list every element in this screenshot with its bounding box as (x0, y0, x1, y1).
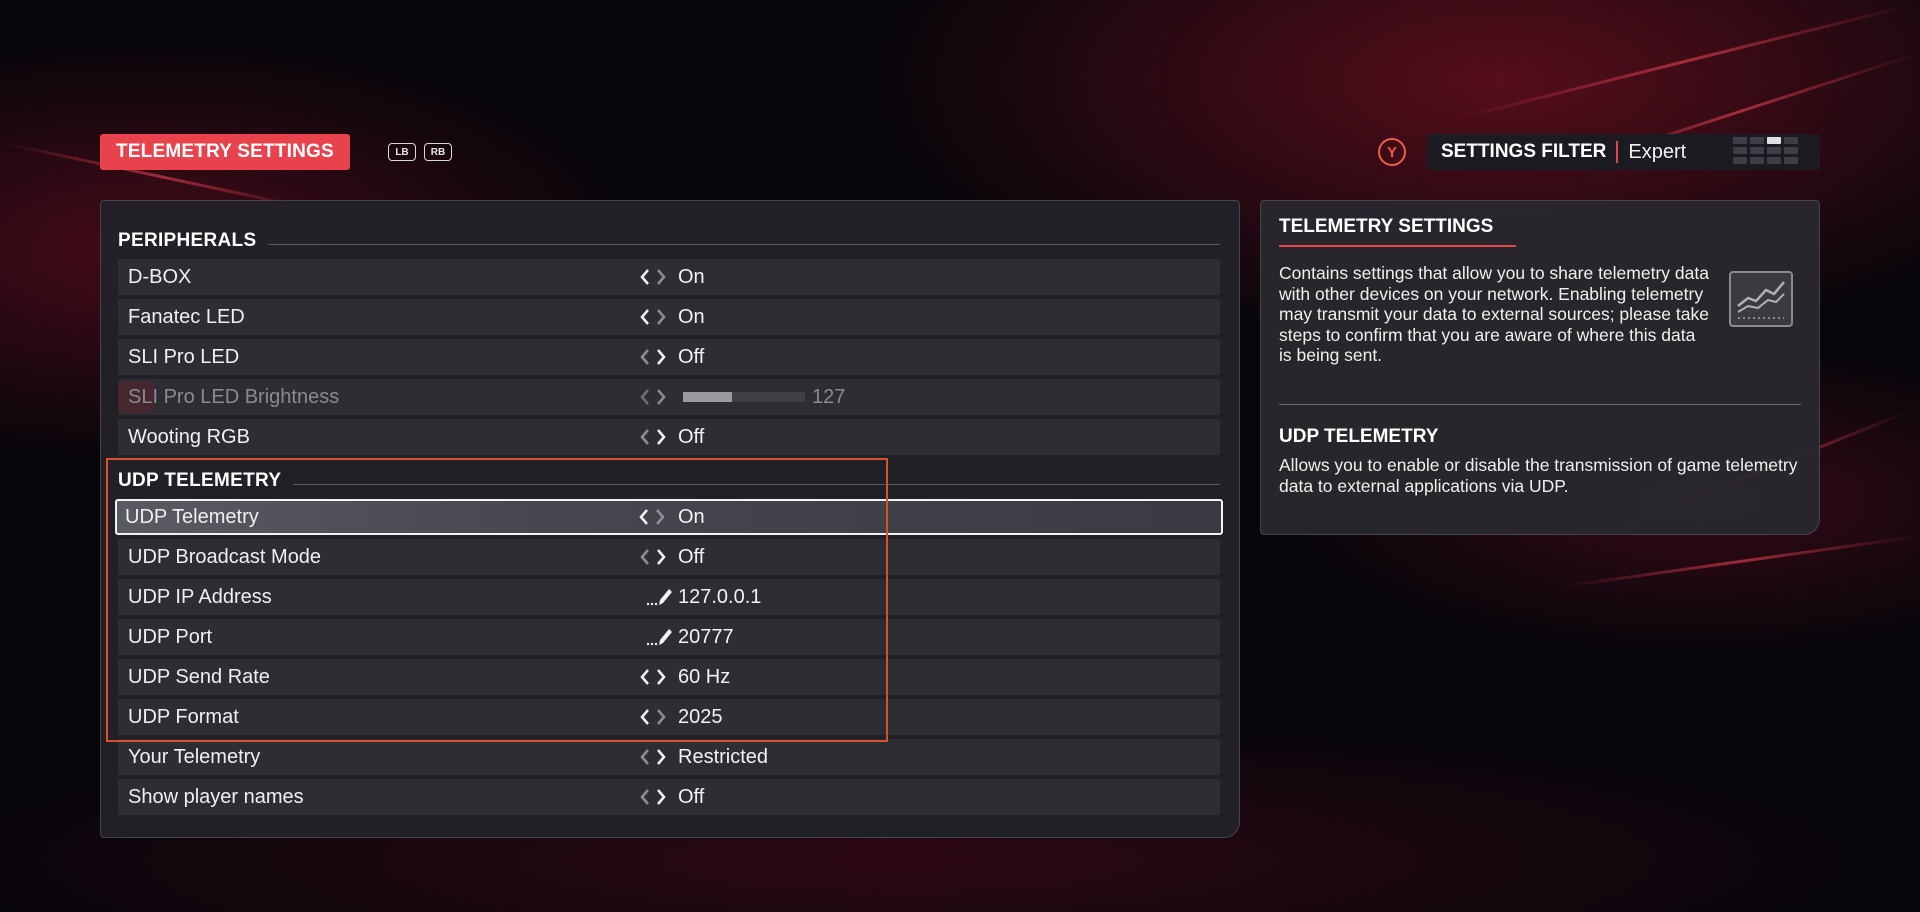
setting-label: SLI Pro LED Brightness (128, 386, 340, 408)
setting-value: Off (678, 546, 705, 568)
chevron-left-right-icon[interactable] (638, 348, 670, 366)
setting-row-dbox[interactable]: D-BOX On (118, 259, 1220, 295)
filter-grid-cell-active (1767, 137, 1781, 144)
info-title: TELEMETRY SETTINGS (1279, 216, 1494, 237)
section-divider (293, 483, 1220, 485)
chevron-left-right-icon (640, 389, 666, 405)
chevron-left-right-icon[interactable] (638, 548, 670, 566)
filter-grid-cell (1784, 147, 1798, 154)
info-description: Contains settings that allow you to shar… (1279, 263, 1709, 365)
section-title: UDP TELEMETRY (118, 470, 282, 491)
setting-value: 2025 (678, 706, 723, 728)
y-button-icon[interactable]: Y (1378, 138, 1406, 166)
page-title-text: TELEMETRY SETTINGS (116, 141, 334, 162)
filter-grid-cell (1767, 147, 1781, 154)
setting-label: UDP IP Address (128, 586, 272, 608)
filter-grid-cell (1733, 157, 1747, 164)
chevron-left-right-icon[interactable] (638, 268, 670, 286)
setting-row-sli-pro-led[interactable]: SLI Pro LED Off (118, 339, 1220, 375)
settings-filter-label: SETTINGS FILTER (1441, 141, 1607, 162)
setting-value: 127 (812, 386, 846, 408)
setting-row-udp-format[interactable]: UDP Format 2025 (118, 699, 1220, 735)
setting-label: UDP Send Rate (128, 666, 270, 688)
info-title-underline (1279, 245, 1516, 247)
setting-row-your-telemetry[interactable]: Your Telemetry Restricted (118, 739, 1220, 775)
setting-value: Off (678, 786, 705, 808)
setting-label: UDP Broadcast Mode (128, 546, 322, 568)
section-title: PERIPHERALS (118, 230, 257, 251)
setting-row-sli-pro-led-brightness: SLI Pro LED Brightness 127 (118, 379, 1220, 415)
edit-pencil-icon[interactable] (645, 627, 675, 647)
telemetry-graph-icon (1729, 271, 1793, 327)
page-title: TELEMETRY SETTINGS (100, 134, 350, 170)
section-header-udp-telemetry: UDP TELEMETRY (118, 469, 1220, 493)
filter-grid-cell (1733, 137, 1747, 144)
chevron-left-right-icon[interactable] (638, 708, 670, 726)
setting-value: On (678, 306, 705, 328)
setting-value: Off (678, 346, 705, 368)
setting-row-wooting-rgb[interactable]: Wooting RGB Off (118, 419, 1220, 455)
setting-value: Off (678, 426, 705, 448)
setting-label: UDP Telemetry (125, 506, 259, 528)
setting-label: UDP Port (128, 626, 213, 648)
info-subtitle: UDP TELEMETRY (1279, 426, 1439, 447)
setting-label: Fanatec LED (128, 306, 245, 328)
lb-bumper-icon[interactable]: LB (388, 143, 416, 161)
setting-value: On (678, 266, 705, 288)
chevron-left-right-icon[interactable] (638, 308, 670, 326)
filter-grid-cell (1733, 147, 1747, 154)
info-sub-description: Allows you to enable or disable the tran… (1279, 455, 1798, 496)
info-divider (1279, 404, 1801, 405)
setting-row-udp-broadcast-mode[interactable]: UDP Broadcast Mode Off (118, 539, 1220, 575)
chevron-left-right-icon[interactable] (638, 788, 670, 806)
setting-row-udp-send-rate[interactable]: UDP Send Rate 60 Hz (118, 659, 1220, 695)
section-divider (268, 243, 1220, 245)
setting-row-udp-telemetry[interactable]: UDP Telemetry On (115, 499, 1223, 535)
chevron-left-right-icon[interactable] (638, 668, 670, 686)
rb-bumper-icon[interactable]: RB (424, 143, 452, 161)
setting-label: Your Telemetry (128, 746, 261, 768)
brightness-slider-fill (683, 392, 732, 402)
settings-filter-value: Expert (1628, 140, 1687, 163)
filter-grid-cell (1750, 147, 1764, 154)
chevron-left-right-icon[interactable] (637, 508, 669, 526)
setting-row-udp-port[interactable]: UDP Port 20777 (118, 619, 1220, 655)
edit-pencil-icon[interactable] (645, 587, 675, 607)
filter-grid-cell (1750, 157, 1764, 164)
filter-grid-cell (1784, 157, 1798, 164)
section-header-peripherals: PERIPHERALS (118, 229, 1220, 253)
setting-label: SLI Pro LED (128, 346, 240, 368)
filter-grid-cell (1784, 137, 1798, 144)
setting-row-fanatec-led[interactable]: Fanatec LED On (118, 299, 1220, 335)
chevron-left-right-icon[interactable] (638, 428, 670, 446)
setting-row-show-player-names[interactable]: Show player names Off (118, 779, 1220, 815)
filter-grid-cell (1767, 157, 1781, 164)
filter-level-grid-icon (1733, 137, 1798, 164)
setting-label: Show player names (128, 786, 304, 808)
setting-label: UDP Format (128, 706, 239, 728)
brightness-slider (683, 392, 805, 402)
setting-label: D-BOX (128, 266, 192, 288)
setting-value: Restricted (678, 746, 769, 768)
setting-value: 20777 (678, 626, 734, 648)
chevron-left-right-icon[interactable] (638, 748, 670, 766)
setting-row-udp-ip-address[interactable]: UDP IP Address 127.0.0.1 (118, 579, 1220, 615)
setting-value: On (678, 506, 705, 528)
settings-filter-separator (1616, 141, 1619, 163)
setting-label: Wooting RGB (128, 426, 250, 448)
setting-value: 60 Hz (678, 666, 731, 688)
filter-grid-cell (1750, 137, 1764, 144)
setting-value: 127.0.0.1 (678, 586, 762, 608)
